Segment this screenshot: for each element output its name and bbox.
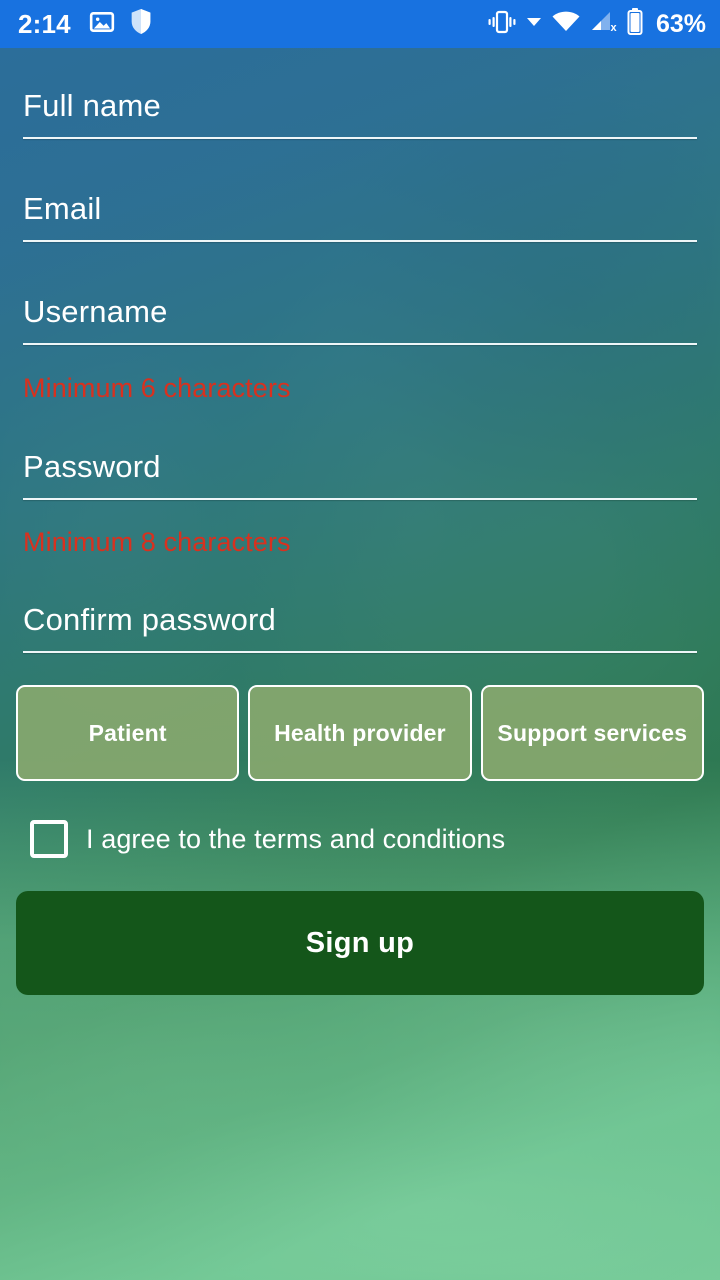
field-username[interactable]: Username	[0, 296, 720, 345]
wifi-icon	[551, 10, 581, 39]
password-input[interactable]: Password	[23, 451, 697, 482]
username-underline	[23, 343, 697, 345]
field-email[interactable]: Email	[0, 193, 720, 242]
status-bar: 2:14 x 63%	[0, 0, 720, 48]
battery-percent-label: 63%	[655, 9, 706, 38]
status-bar-notification-icons	[89, 8, 153, 40]
role-button-patient-label: Patient	[88, 719, 167, 746]
signal-off-icon: x	[590, 10, 618, 39]
chevron-down-icon	[526, 15, 542, 33]
signup-screen: 2:14 x 63% Full name Email Username Mini…	[0, 0, 720, 1280]
password-error-message: Minimum 8 characters	[23, 527, 291, 557]
full-name-input[interactable]: Full name	[23, 90, 697, 121]
svg-text:x: x	[610, 22, 617, 34]
role-button-health-provider[interactable]: Health provider	[248, 685, 472, 781]
role-button-health-provider-label: Health provider	[274, 719, 446, 746]
vibrate-icon	[487, 9, 517, 40]
field-password[interactable]: Password	[0, 451, 720, 500]
signup-button-wrap: Sign up	[0, 891, 720, 995]
confirm-password-underline	[23, 651, 697, 653]
terms-row[interactable]: I agree to the terms and conditions	[0, 820, 720, 858]
role-selector-group: Patient Health provider Support services	[0, 685, 720, 781]
signup-form: Full name Email Username Minimum 6 chara…	[0, 48, 720, 995]
confirm-password-input[interactable]: Confirm password	[23, 604, 697, 635]
role-button-patient[interactable]: Patient	[16, 685, 240, 781]
status-bar-clock: 2:14	[18, 8, 71, 39]
terms-checkbox[interactable]	[30, 820, 68, 858]
sign-up-button[interactable]: Sign up	[16, 891, 704, 995]
field-full-name[interactable]: Full name	[0, 90, 720, 139]
username-input[interactable]: Username	[23, 296, 697, 327]
username-error-message: Minimum 6 characters	[23, 373, 291, 403]
full-name-underline	[23, 137, 697, 139]
image-icon	[89, 9, 115, 40]
field-confirm-password[interactable]: Confirm password	[0, 604, 720, 653]
terms-label[interactable]: I agree to the terms and conditions	[86, 824, 505, 855]
status-bar-system-icons: x 63%	[487, 8, 706, 40]
shield-icon	[129, 8, 153, 40]
battery-icon	[627, 8, 643, 40]
email-underline	[23, 240, 697, 242]
password-underline	[23, 498, 697, 500]
role-button-support-services[interactable]: Support services	[480, 685, 704, 781]
role-button-support-services-label: Support services	[497, 719, 688, 746]
email-input[interactable]: Email	[23, 193, 697, 224]
